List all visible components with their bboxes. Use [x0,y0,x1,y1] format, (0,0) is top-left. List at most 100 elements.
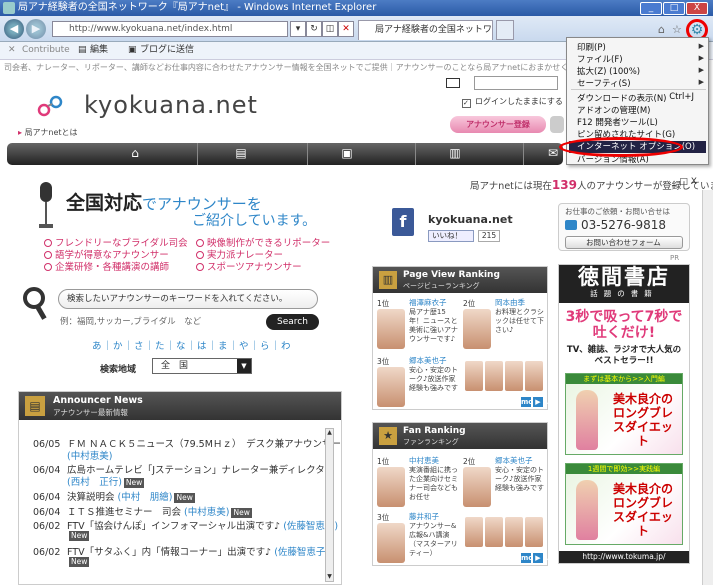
pv-ranking-header: ▥ Page View Ranking ページビューランキング [373,267,547,293]
fan-more-link[interactable]: more...▶ [519,553,549,563]
contact-form-button[interactable]: お問い合わせフォーム [565,236,683,249]
ad-subline: TV、雑誌、ラジオで大人気のベストセラー!! [566,345,682,366]
login-button[interactable] [550,116,564,133]
maximize-button[interactable]: □ [663,2,685,15]
global-nav: ⌂ ▤ ▣ ▥ ✉ [7,143,563,165]
back-icon[interactable]: ◀ [4,19,24,39]
new-tab-button[interactable] [496,20,514,40]
menu-item-print[interactable]: 印刷(P) [577,41,606,53]
site-logo[interactable]: kyokuana.net [36,90,257,120]
kana-index-links[interactable]: あ｜か｜さ｜た｜な｜は｜ま｜や｜ら｜わ [92,338,292,352]
highlight-ring [559,137,683,157]
menu-item-devtools[interactable]: F12 開発者ツール(L) [577,116,658,128]
nav-profile-icon[interactable]: ▤ [233,147,249,160]
menu-item-addons[interactable]: アドオンの管理(M) [577,104,650,116]
avatar [377,309,405,349]
edit-icon: ▤ [78,45,87,55]
book-ad[interactable]: 徳間書店 話題の書籍 3秒で吸って7秒で吐くだけ! TV、雑誌、ラジオで大人気の… [558,264,690,564]
ranking-entry[interactable]: 1位 福澤麻衣子 局アナ歴15年！ニュースと美術に強いアナウンサーです♪ [375,297,461,355]
window-titlebar: 局アナ経験者の全国ネットワーク『局アナnet』 - Windows Intern… [0,0,713,16]
ranking-entry[interactable]: 1位 中村恵美 実演番組に携った企業向けセミナー司会などもお任せ [375,455,461,513]
blog-icon: ▣ [128,45,137,55]
ad-url[interactable]: http://www.tokuma.jp/ [559,551,689,563]
close-button[interactable]: X [686,2,708,15]
nav-mail-icon[interactable]: ✉ [545,147,561,160]
inner-window-controls[interactable]: _ □ X [672,177,712,189]
news-item[interactable]: 06/04 ＩＴＳ推進セミナー 司会 (中村恵美) New [33,504,252,518]
pv-ranking-subtitle: ページビューランキング [403,282,480,290]
ranking-entry[interactable]: 2位 郷本美也子 安心・安定のトーク♪放送作家経験も強みです [461,455,547,513]
nav-home-icon[interactable]: ⌂ [127,147,143,160]
menu-item-downloads[interactable]: ダウンロードの表示(N) [577,92,667,104]
avatar [377,367,405,407]
magnifier-icon [23,287,47,320]
remember-login-checkbox[interactable]: ✓ ログインしたままにする [462,96,563,108]
window-title: 局アナ経験者の全国ネットワーク『局アナnet』 - Windows Intern… [18,2,377,13]
dropdown-arrow-icon[interactable]: ▼ [237,359,251,373]
scroll-up-icon[interactable]: ▲ [326,429,333,437]
menu-item-file[interactable]: ファイル(F) [577,53,623,65]
submenu-arrow-icon: ▶ [698,42,704,50]
ad-tagline: 話題の書籍 [590,289,658,298]
category-link[interactable]: スポーツアナウンサー [196,262,302,274]
login-id-input[interactable] [474,76,558,90]
search-dropdown-icon[interactable]: ◫ [322,21,338,37]
page-scrollbar[interactable] [702,190,713,585]
avatar [377,467,405,507]
news-item-link[interactable]: (中村恵美) [67,448,112,462]
scroll-down-icon[interactable]: ▼ [326,573,333,581]
compat-view-icon[interactable]: ▾ [290,21,306,37]
contribute-button[interactable]: Contribute [22,42,70,59]
avatar [463,467,491,507]
blog-button[interactable]: ブログに送信 [140,42,194,59]
register-button[interactable]: アナウンサー登録 [450,116,546,133]
pv-ranking: ▥ Page View Ranking ページビューランキング 1位 福澤麻衣子 … [372,266,549,413]
facebook-like-button[interactable]: いいね！ [428,230,474,242]
more-arrow-icon: ▶ [533,553,543,563]
star-icon: ★ [379,427,397,445]
region-select[interactable]: 全 国 ▼ [152,358,252,374]
search-button[interactable]: Search [266,314,319,330]
news-subtitle: アナウンサー最新情報 [53,408,128,417]
category-link[interactable]: 実力派ナレーター [196,250,283,262]
pv-more-link[interactable]: more...▶ [519,397,549,407]
news-item[interactable]: 06/04 決算説明会 (中村 朋繪) New [33,489,195,503]
ad-header: 徳間書店 話題の書籍 [559,265,689,303]
edit-button[interactable]: 編集 [90,42,108,59]
remember-label: ログインしたままにする [475,97,563,106]
home-icon[interactable]: ⌂ [658,23,665,36]
facebook-page-name[interactable]: kyokuana.net [428,213,513,226]
news-scrollbar[interactable]: ▲ ▼ [325,428,334,582]
checkbox-checked-icon[interactable]: ✓ [462,99,471,108]
facebook-icon[interactable]: f [392,208,414,236]
announcer-news: ▤ Announcer News アナウンサー最新情報 06/05 ＦＭ ＮＡＣＫ… [18,391,342,585]
ranking-entry[interactable]: 3位 藤井和子 アナウンサー&広報&ハ講演（マスターアリティー） [375,511,461,569]
ranking-thumbnails[interactable] [465,361,543,391]
ad-book-cover: まずは基本から>>入門編 美木良介のロングブレスダイエット [565,373,683,455]
contact-box: お仕事のご依頼・お問い合せは 03-5276-9818 お問い合わせフォーム [558,203,690,251]
search-input[interactable]: 検索したいアナウンサーのキーワードを入れてください。 [58,289,318,309]
facebook-like-count: 215 [478,230,500,242]
category-link[interactable]: 語学が得意なアナウンサー [44,250,169,262]
category-link[interactable]: 企業研修・各種講演の講師 [44,262,169,274]
tab-active[interactable]: 局アナ経験者の全国ネットワ... [358,20,493,40]
ranking-entry[interactable]: 3位 郷本美也子 安心・安定のトーク♪放送作家経験も強みです [375,355,461,413]
ranking-thumbnails[interactable] [465,517,543,547]
nav-news-icon[interactable]: ▣ [339,147,355,160]
address-input[interactable]: http://www.kyokuana.net/index.html [52,21,288,37]
category-link[interactable]: フレンドリーなブライダル司会 [44,238,188,250]
menu-item-zoom[interactable]: 拡大(Z) (100%) [577,65,640,77]
category-link[interactable]: 映像制作ができるリポーター [196,238,330,250]
favorites-icon[interactable]: ☆ [672,23,682,36]
menu-item-safety[interactable]: セーフティ(S) [577,77,631,89]
minimize-button[interactable]: _ [640,2,662,15]
about-link[interactable]: ▸ 局アナnetとは [18,127,78,138]
stop-icon[interactable]: ✕ [338,21,354,37]
news-item-link[interactable]: (西村 正行) New [67,474,145,488]
fan-ranking-subtitle: ファンランキング [403,438,459,446]
nav-company-icon[interactable]: ▥ [447,147,463,160]
forward-icon[interactable]: ▶ [26,19,46,39]
refresh-icon[interactable]: ↻ [306,21,322,37]
ranking-entry[interactable]: 2位 岡本由季 お料理とクラシックは任せて下さい♪ [461,297,547,355]
contribute-icon[interactable]: ✕ [8,42,16,59]
